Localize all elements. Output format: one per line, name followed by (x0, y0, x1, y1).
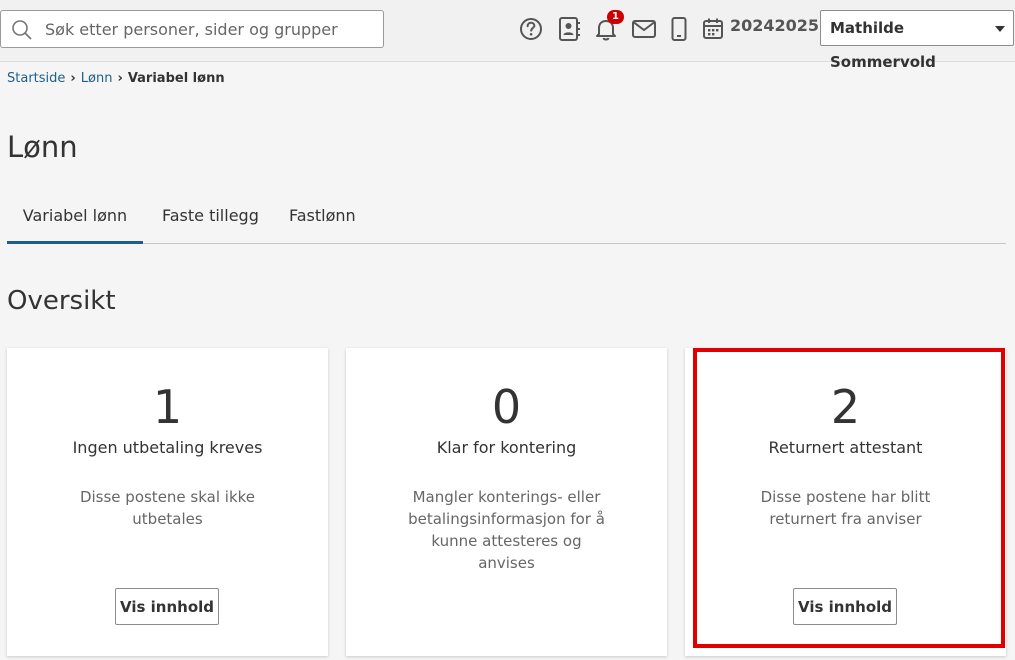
card-description: Disse postene har blitt returnert fra an… (760, 488, 931, 528)
caret-down-icon (995, 26, 1005, 32)
help-icon[interactable] (518, 16, 544, 42)
card-title: Klar for kontering (436, 438, 577, 457)
mail-icon[interactable] (631, 16, 657, 42)
tab-variabel-lonn[interactable]: Variabel lønn (7, 198, 143, 244)
card-title: Returnert attestant (768, 438, 923, 457)
card-count: 0 (491, 380, 522, 434)
user-menu-button[interactable]: Mathilde Sommervold (820, 10, 1014, 71)
tab-bar: Variabel lønn Faste tillegg Fastlønn (7, 198, 1006, 244)
page-title: Lønn (7, 130, 78, 164)
card-description: Disse postene skal ikke utbetales (79, 488, 256, 528)
vis-innhold-button[interactable]: Vis innhold (115, 588, 219, 625)
breadcrumb-section-link[interactable]: Lønn (81, 71, 113, 86)
overview-heading: Oversikt (7, 286, 116, 316)
breadcrumb-home-link[interactable]: Startside (7, 71, 65, 86)
contact-card-icon[interactable] (556, 16, 582, 42)
card-ingen-utbetaling: 1 Ingen utbetaling kreves Disse postene … (7, 348, 328, 656)
top-bar: 1 20242025 Mathilde Sommervold (0, 0, 1015, 71)
breadcrumb-current: Variabel lønn (127, 71, 225, 86)
notification-badge: 1 (607, 10, 624, 24)
card-returnert-attestant: 2 Returnert attestant Disse postene har … (685, 348, 1006, 656)
search-input[interactable] (45, 11, 375, 47)
phone-icon[interactable] (666, 16, 692, 42)
tab-faste-tillegg[interactable]: Faste tillegg (162, 198, 259, 244)
vis-innhold-button[interactable]: Vis innhold (793, 588, 897, 625)
card-count: 1 (152, 380, 183, 434)
card-klar-for-kontering: 0 Klar for kontering Mangler konterings-… (346, 348, 667, 656)
chevron-right-icon: › (70, 71, 76, 86)
card-count: 2 (830, 380, 861, 434)
chevron-right-icon: › (117, 71, 123, 86)
card-title: Ingen utbetaling kreves (72, 438, 263, 457)
user-name: Mathilde Sommervold (830, 19, 936, 71)
breadcrumb: Startside › Lønn › Variabel lønn (7, 71, 225, 86)
calendar-icon (703, 18, 723, 39)
search-icon (12, 20, 32, 40)
card-description: Mangler konterings- eller betalingsinfor… (408, 488, 605, 572)
school-year: 20242025 (730, 16, 820, 35)
tab-fastlonn[interactable]: Fastlønn (289, 198, 356, 244)
search-box[interactable] (0, 10, 384, 48)
